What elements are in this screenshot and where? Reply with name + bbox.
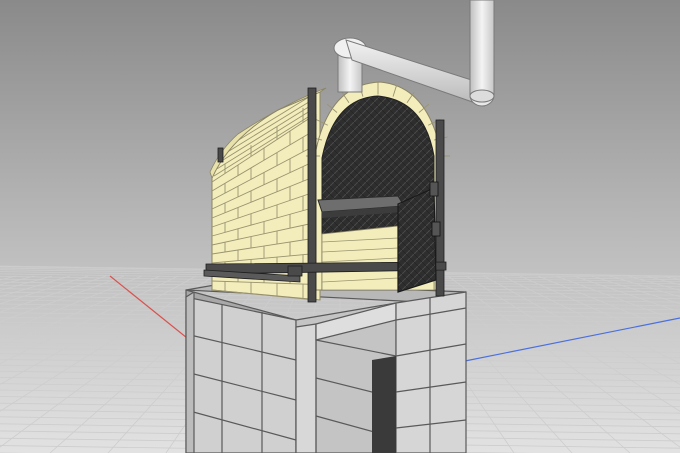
3d-viewport[interactable] [0, 0, 680, 453]
door-hinge [429, 181, 439, 197]
scene-canvas[interactable] [0, 0, 680, 453]
door-hinge [431, 221, 441, 237]
